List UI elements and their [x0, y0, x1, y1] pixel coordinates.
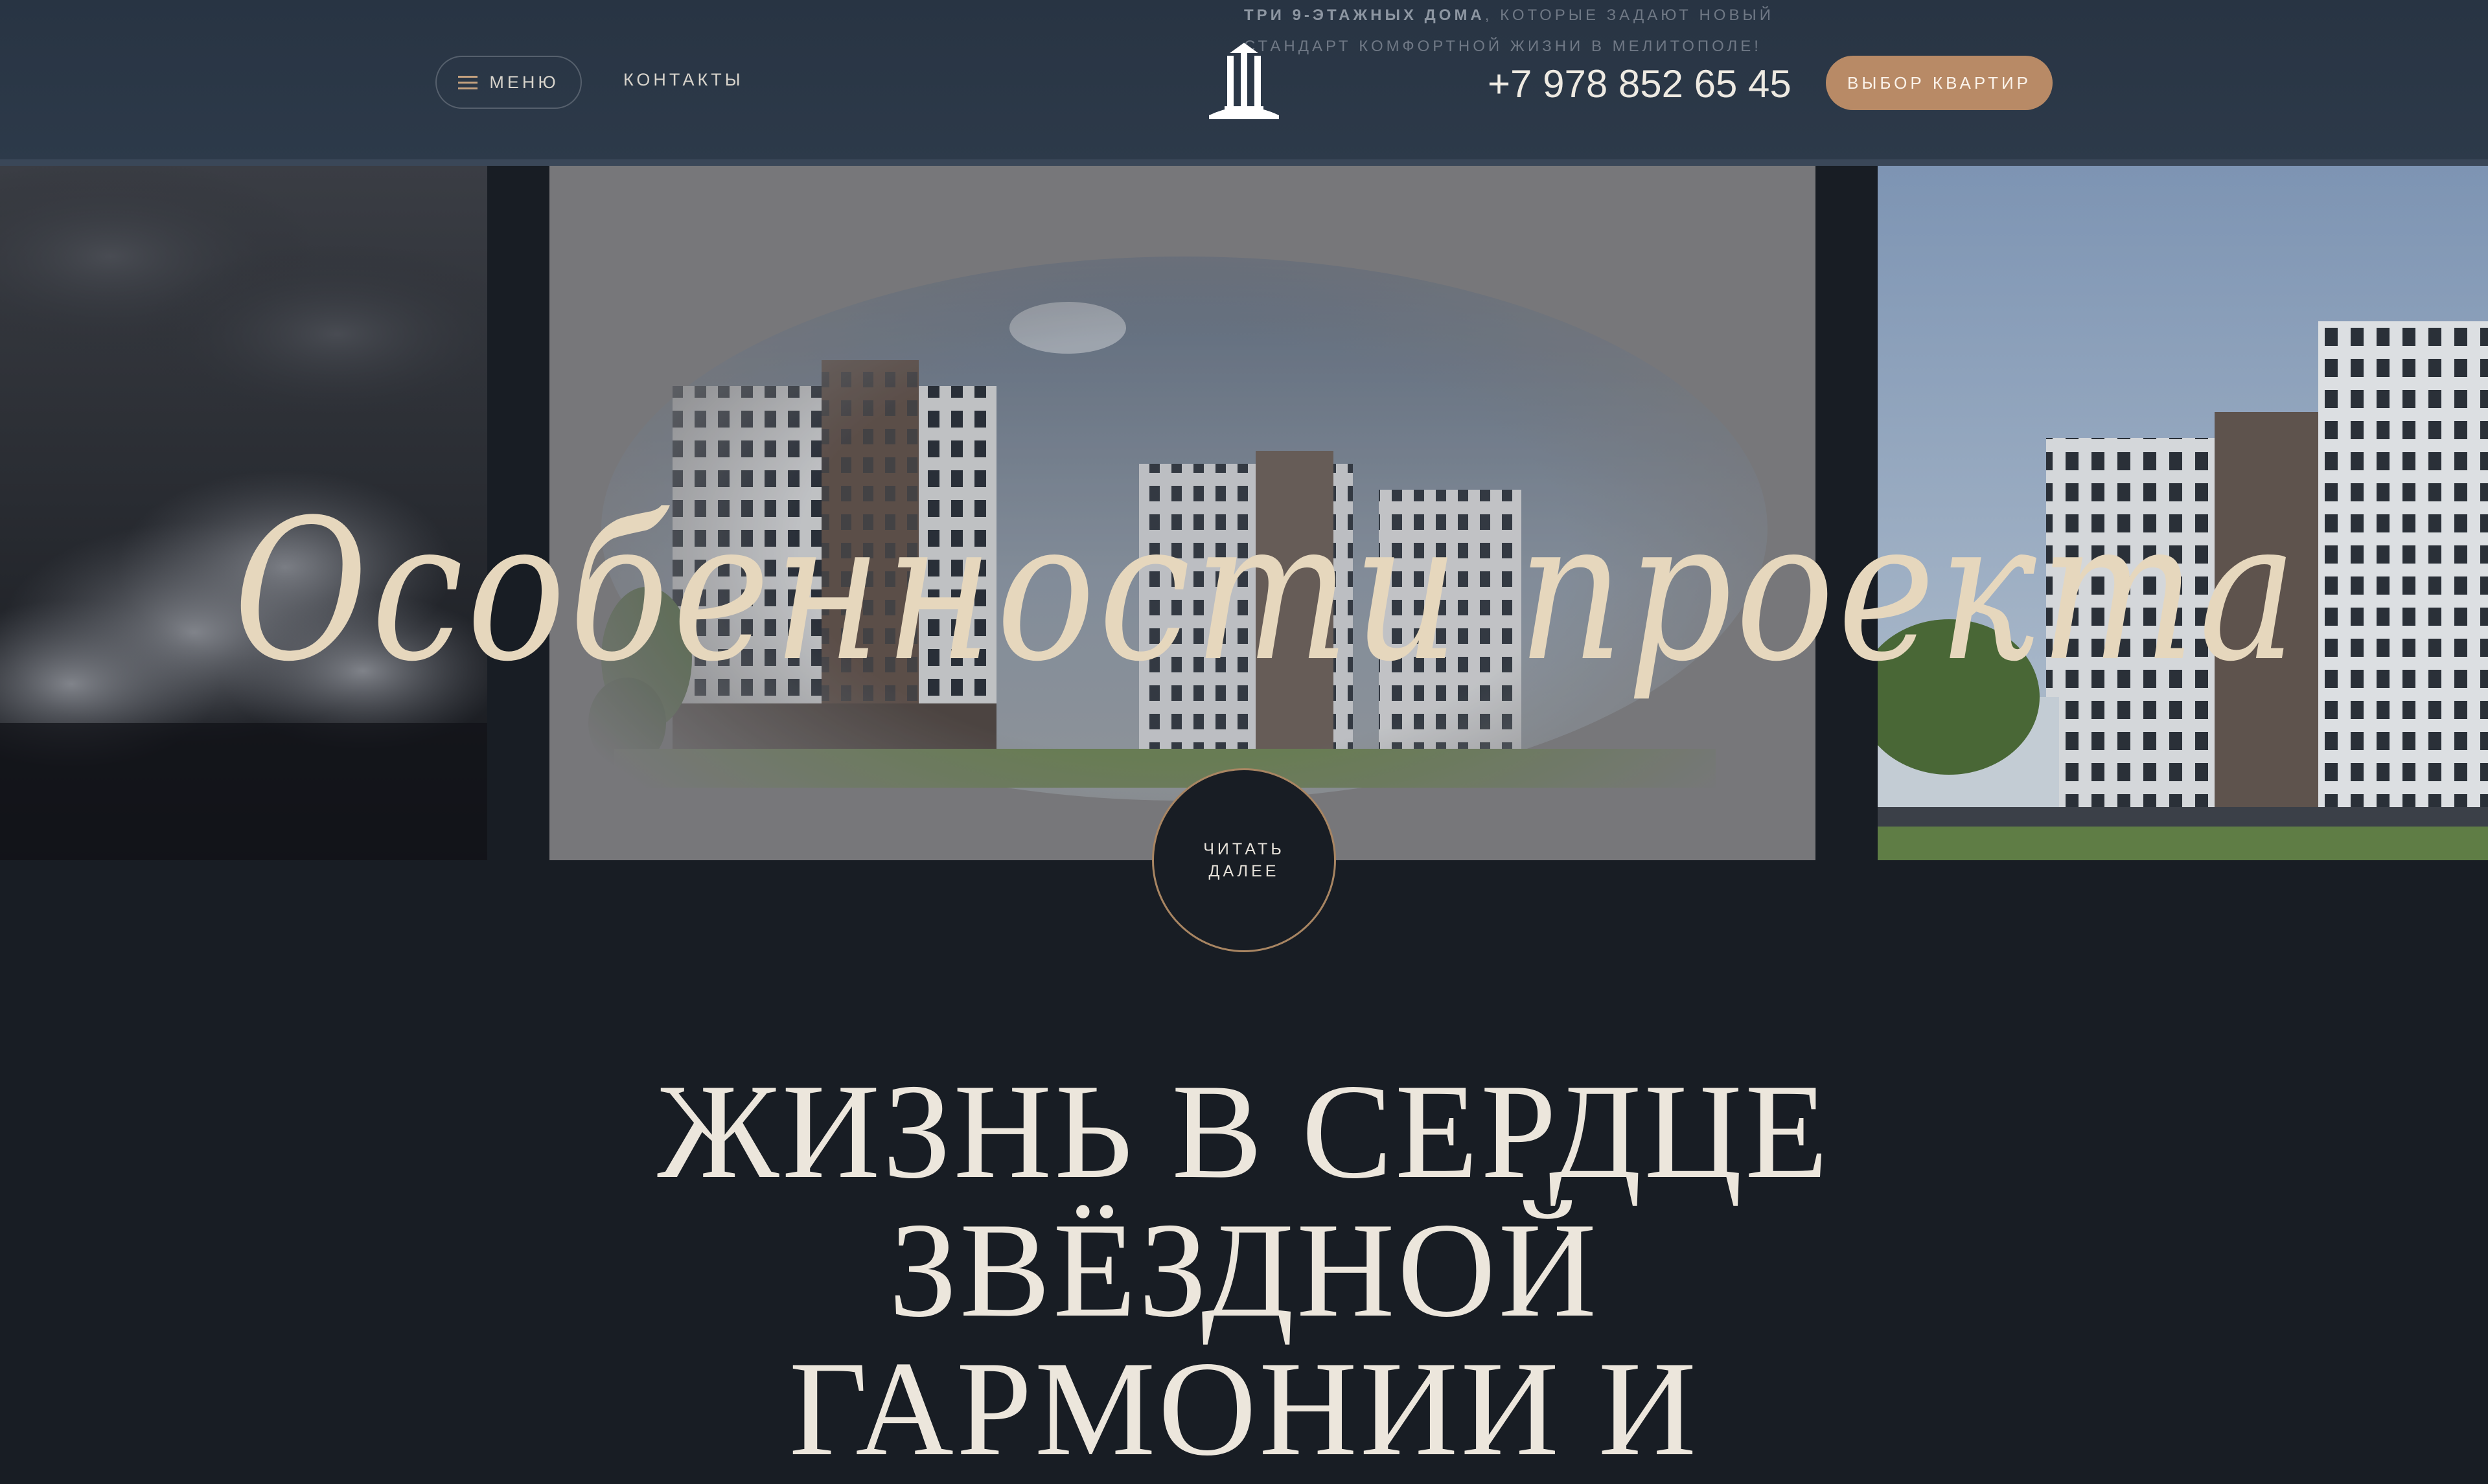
- read-more-line2: ДАЛЕЕ: [1208, 862, 1280, 880]
- header-tagline: ТРИ 9-ЭТАЖНЫХ ДОМА, КОТОРЫЕ ЗАДАЮТ НОВЫЙ…: [1244, 0, 1814, 62]
- tagline-rest: , КОТОРЫЕ ЗАДАЮТ НОВЫЙ: [1484, 6, 1774, 24]
- read-more-button[interactable]: ЧИТАТЬ ДАЛЕЕ: [1152, 768, 1336, 952]
- headline-line1: ЖИЗНЬ В СЕРДЦЕ: [657, 1056, 1831, 1207]
- menu-label: МЕНЮ: [489, 72, 559, 92]
- building-logo-icon[interactable]: [1205, 39, 1283, 123]
- menu-button[interactable]: МЕНЮ: [435, 56, 582, 109]
- tagline-line2: СТАНДАРТ КОМФОРТНОЙ ЖИЗНИ В МЕЛИТОПОЛЕ!: [1244, 38, 1762, 55]
- contacts-link[interactable]: КОНТАКТЫ: [623, 70, 744, 93]
- hero-section: Особенности проекта ЧИТАТЬ ДАЛЕЕ: [0, 166, 2488, 952]
- headline-line3: ГАРМОНИИ И: [789, 1334, 1699, 1484]
- main-headline: ЖИЗНЬ В СЕРДЦЕ ЗВЁЗДНОЙ ГАРМОНИИ И: [0, 1062, 2488, 1478]
- hero-title-text: Особенности проекта: [233, 478, 2300, 704]
- read-more-line1: ЧИТАТЬ: [1203, 840, 1285, 858]
- header-divider: [0, 159, 2488, 166]
- hero-script-title: Особенности проекта: [233, 478, 2300, 704]
- choose-apartment-button[interactable]: ВЫБОР КВАРТИР: [1826, 56, 2053, 110]
- hamburger-icon: [458, 75, 478, 89]
- phone-number[interactable]: +7 978 852 65 45: [1488, 58, 1791, 110]
- site-header: МЕНЮ КОНТАКТЫ ТРИ 9-ЭТАЖНЫХ ДОМА, КОТОРЫ…: [0, 0, 2488, 166]
- tagline-bold: ТРИ 9-ЭТАЖНЫХ ДОМА: [1244, 6, 1485, 24]
- headline-line2: ЗВЁЗДНОЙ: [888, 1195, 1600, 1345]
